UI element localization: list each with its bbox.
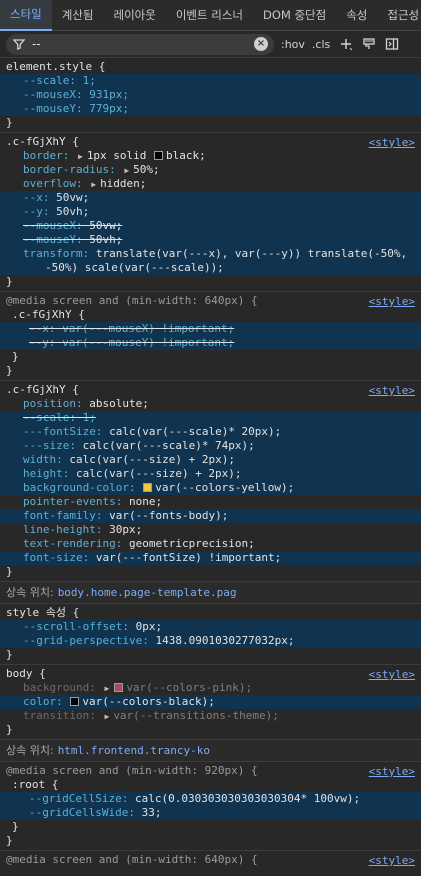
media-query: @media screen and (min-width: 920px) { bbox=[6, 764, 258, 777]
declaration[interactable]: pointer-events: none; bbox=[0, 495, 421, 509]
declaration[interactable]: --gridCellsWide: 33; bbox=[0, 806, 421, 820]
rule-media-640: <style> @media screen and (min-width: 64… bbox=[0, 292, 421, 381]
declaration[interactable]: --grid-perspective: 1438.0901030277032px… bbox=[0, 634, 421, 648]
rule-close: } bbox=[6, 275, 13, 288]
declaration-overridden[interactable]: --y: var(---mouseY) !important; bbox=[0, 336, 421, 350]
rule-selector[interactable]: style 속성 { bbox=[0, 606, 421, 620]
declaration-inactive[interactable]: background: ▶ var(--colors-pink); bbox=[0, 681, 421, 695]
declaration[interactable]: line-height: 30px; bbox=[0, 523, 421, 537]
declaration[interactable]: border-radius: ▶ 50%; bbox=[0, 163, 421, 177]
rule-media-920-root: <style> @media screen and (min-width: 92… bbox=[0, 762, 421, 851]
rule-c-fgjxhy: <style> .c-fGjXhY { border: ▶ 1px solid b… bbox=[0, 133, 421, 292]
add-rule-icon[interactable] bbox=[339, 37, 353, 51]
inherited-link[interactable]: body.home.page-template.pag bbox=[58, 586, 237, 599]
tab-dom-breakpoints[interactable]: DOM 중단점 bbox=[253, 0, 336, 31]
tab-layout[interactable]: 레이아웃 bbox=[104, 0, 166, 31]
expand-triangle-icon[interactable]: ▶ bbox=[78, 152, 83, 161]
declaration-overridden[interactable]: --mouseX: 50vw; bbox=[0, 219, 421, 233]
rule-close: } bbox=[6, 648, 13, 661]
rule-selector[interactable]: :root { bbox=[0, 778, 421, 792]
declaration[interactable]: width: calc(var(---size) + 2px); bbox=[0, 453, 421, 467]
declaration-overridden[interactable]: --mouseY: 50vh; bbox=[0, 233, 421, 247]
filter-value: -- bbox=[32, 37, 41, 51]
rule-body: <style> body { background: ▶ var(--colors… bbox=[0, 665, 421, 740]
tab-computed[interactable]: 계산됨 bbox=[52, 0, 104, 31]
expand-triangle-icon[interactable]: ▶ bbox=[124, 166, 129, 175]
declaration[interactable]: --y: 50vh; bbox=[0, 205, 421, 219]
declaration-inactive[interactable]: transition: ▶ var(--transitions-theme); bbox=[0, 709, 421, 723]
declaration[interactable]: --mouseX: 931px; bbox=[0, 88, 421, 102]
expand-triangle-icon[interactable]: ▶ bbox=[104, 712, 109, 721]
color-swatch[interactable] bbox=[70, 697, 80, 706]
rule-close: } bbox=[6, 723, 13, 736]
declaration[interactable]: transform: translate(var(---x), var(---y… bbox=[0, 247, 421, 261]
rule-c-fgjxhy-2: <style> .c-fGjXhY { position: absolute; … bbox=[0, 381, 421, 582]
rule-close: } bbox=[6, 116, 13, 129]
declaration[interactable]: --gridCellSize: calc(0.03030303030303030… bbox=[0, 792, 421, 806]
hov-toggle[interactable]: :hov bbox=[281, 38, 305, 51]
media-query: @media screen and (min-width: 640px) { bbox=[6, 294, 258, 307]
color-swatch[interactable] bbox=[154, 151, 164, 160]
tab-properties[interactable]: 속성 bbox=[336, 0, 377, 31]
tab-styles[interactable]: 스타일 bbox=[0, 0, 52, 31]
media-query: @media screen and (min-width: 640px) { bbox=[6, 853, 258, 866]
rule-style-attribute: style 속성 { --scroll-offset: 0px; --grid-… bbox=[0, 604, 421, 665]
clear-icon[interactable]: × bbox=[254, 37, 268, 51]
declaration-overridden[interactable]: --x: var(---mouseX) !important; bbox=[0, 322, 421, 336]
rule-element-style: element.style { --scale: 1; --mouseX: 93… bbox=[0, 58, 421, 133]
color-swatch[interactable] bbox=[114, 683, 124, 692]
rule-selector[interactable]: .c-fGjXhY { bbox=[0, 308, 421, 322]
inherited-header-body: 상속 위치: body.home.page-template.pag bbox=[0, 582, 421, 604]
tab-event-listeners[interactable]: 이벤트 리스너 bbox=[166, 0, 253, 31]
rule-media-640-partial: <style> @media screen and (min-width: 64… bbox=[0, 851, 421, 869]
panel-tabs: 스타일 계산됨 레이아웃 이벤트 리스너 DOM 중단점 속성 접근성 bbox=[0, 0, 421, 31]
declaration[interactable]: background-color: var(--colors-yellow); bbox=[0, 481, 421, 495]
declaration[interactable]: ---fontSize: calc(var(---scale)* 20px); bbox=[0, 425, 421, 439]
styles-toolbar: -- × :hov .cls bbox=[0, 31, 421, 58]
declaration[interactable]: overflow: ▶ hidden; bbox=[0, 177, 421, 191]
declaration[interactable]: font-size: var(---fontSize) !important; bbox=[0, 551, 421, 565]
declaration[interactable]: position: absolute; bbox=[0, 397, 421, 411]
rule-selector[interactable]: element.style { bbox=[0, 60, 421, 74]
declaration[interactable]: --x: 50vw; bbox=[0, 191, 421, 205]
expand-triangle-icon[interactable]: ▶ bbox=[104, 684, 109, 693]
declaration[interactable]: --mouseY: 779px; bbox=[0, 102, 421, 116]
declaration-continuation: -50%) scale(var(---scale)); bbox=[0, 261, 421, 275]
inherited-link[interactable]: html.frontend.trancy-ko bbox=[58, 744, 210, 757]
rule-close: } bbox=[12, 820, 19, 833]
inherited-label: 상속 위치: bbox=[6, 744, 54, 757]
declaration[interactable]: ---size: calc(var(---scale)* 74px); bbox=[0, 439, 421, 453]
declaration[interactable]: --scroll-offset: 0px; bbox=[0, 620, 421, 634]
rule-close: } bbox=[6, 565, 13, 578]
declaration-overridden[interactable]: --scale: 1; bbox=[0, 411, 421, 425]
paint-icon[interactable] bbox=[362, 37, 376, 51]
filter-icon bbox=[12, 39, 26, 50]
rule-close: } bbox=[6, 364, 13, 377]
rule-selector[interactable]: body { bbox=[0, 667, 421, 681]
inherited-header-html: 상속 위치: html.frontend.trancy-ko bbox=[0, 740, 421, 762]
rule-selector[interactable]: .c-fGjXhY { bbox=[0, 383, 421, 397]
declaration[interactable]: border: ▶ 1px solid black; bbox=[0, 149, 421, 163]
inherited-label: 상속 위치: bbox=[6, 586, 54, 599]
declaration[interactable]: color: var(--colors-black); bbox=[0, 695, 421, 709]
filter-input[interactable]: -- × bbox=[6, 33, 274, 55]
rule-close: } bbox=[12, 350, 19, 363]
declaration[interactable]: font-family: var(--fonts-body); bbox=[0, 509, 421, 523]
sidebar-toggle-icon[interactable] bbox=[385, 37, 399, 51]
declaration[interactable]: --scale: 1; bbox=[0, 74, 421, 88]
expand-triangle-icon[interactable]: ▶ bbox=[91, 180, 96, 189]
tab-accessibility[interactable]: 접근성 bbox=[377, 0, 421, 31]
declaration[interactable]: height: calc(var(---size) + 2px); bbox=[0, 467, 421, 481]
rule-selector[interactable]: .c-fGjXhY { bbox=[0, 135, 421, 149]
color-swatch[interactable] bbox=[143, 483, 153, 492]
cls-toggle[interactable]: .cls bbox=[312, 38, 330, 51]
declaration[interactable]: text-rendering: geometricprecision; bbox=[0, 537, 421, 551]
rule-close: } bbox=[6, 834, 13, 847]
